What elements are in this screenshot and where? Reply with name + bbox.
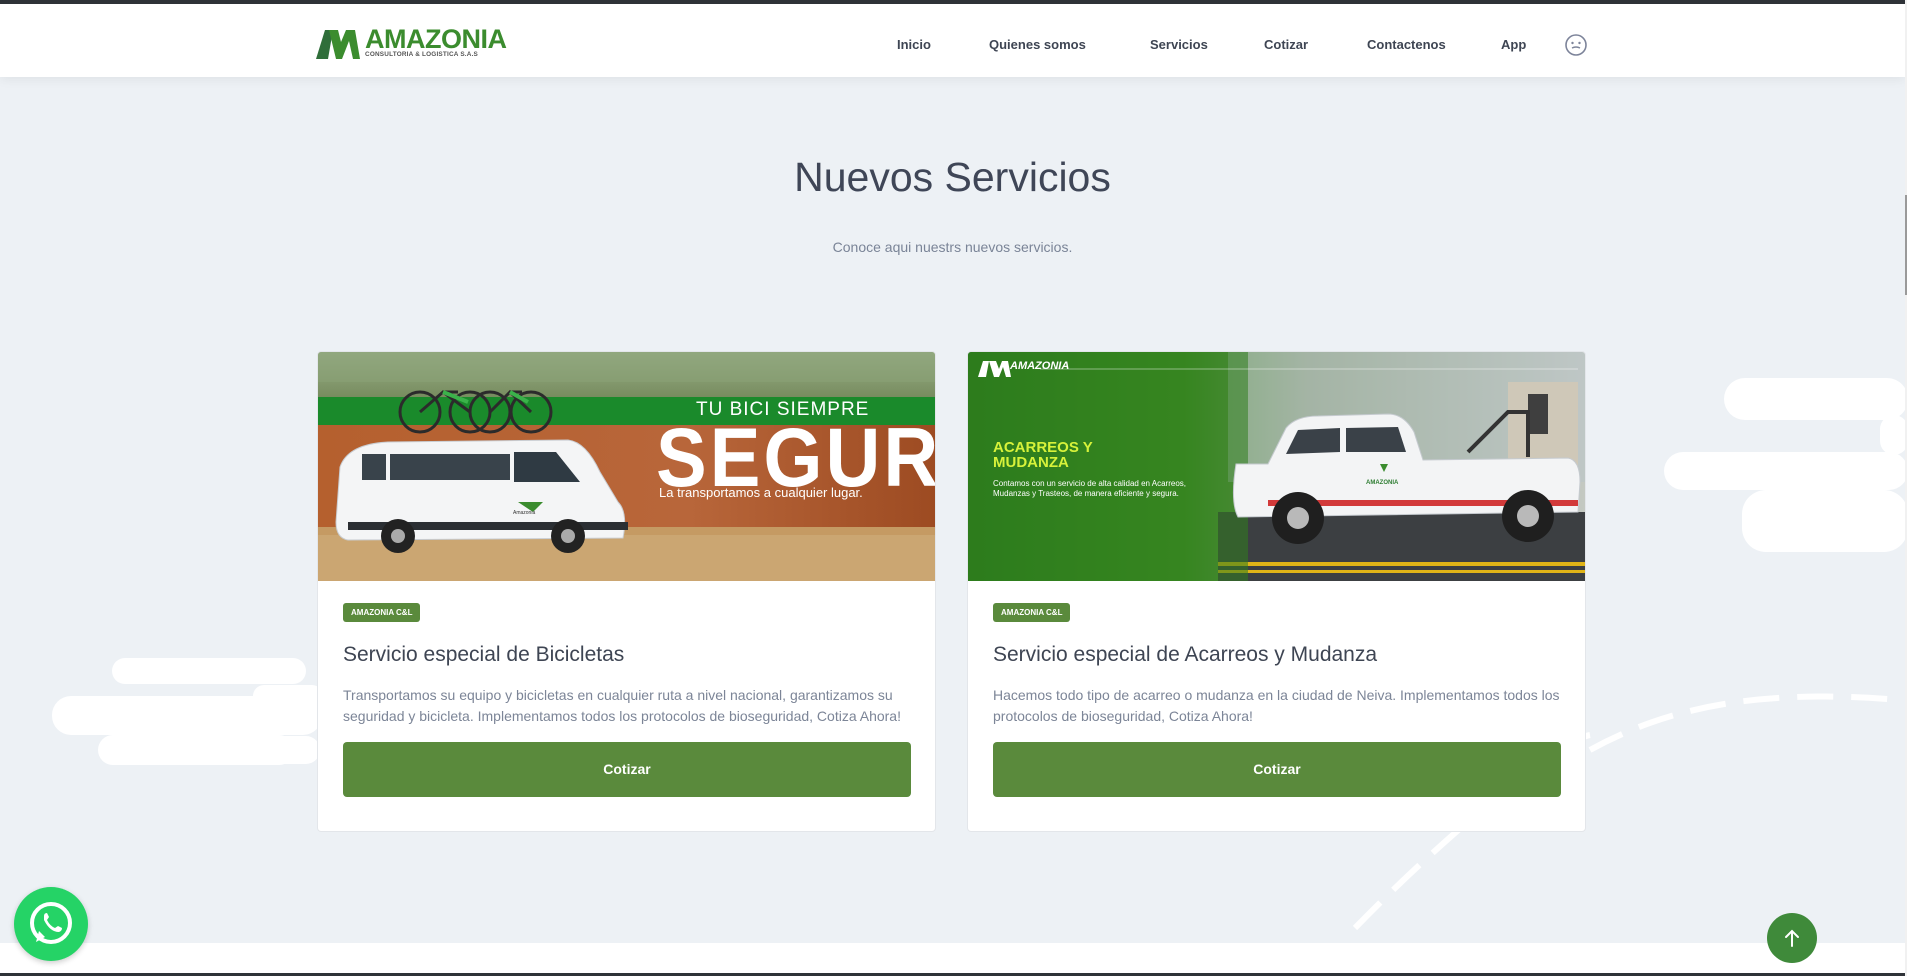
smile-face-icon[interactable] [1564,33,1588,57]
arrow-up-icon [1785,929,1799,947]
nav-contactenos[interactable]: Contactenos [1367,37,1446,52]
nav-cotizar[interactable]: Cotizar [1264,37,1308,52]
bicicletas-banner-image[interactable]: TU BICI SIEMPRE SEGURA La transportamos … [318,352,935,581]
brand-tagline: CONSULTORIA & LOGISTICA S.A.S [365,51,479,58]
van-brand-label: Amazonia [513,510,536,516]
nav-servicios[interactable]: Servicios [1150,37,1208,52]
nav-quienes-somos[interactable]: Quienes somos [989,37,1086,52]
card-title: Servicio especial de Bicicletas [343,643,625,666]
card-description: Hacemos todo tipo de acarreo o mudanza e… [993,687,1560,724]
service-card-acarreos: AMAZONIA ACARREOS Y MUDANZA Contamos con… [967,351,1586,832]
truck-brand-label: AMAZONIA [1366,480,1399,486]
scroll-to-top-button[interactable] [1767,913,1817,963]
background-decoration [52,378,1907,931]
cotizar-button[interactable]: Cotizar [343,742,911,797]
card-badge: AMAZONIA C&L [343,603,421,622]
brand-logo[interactable]: AMAZONIA CONSULTORIA & LOGISTICA S.A.S [316,24,507,62]
service-card-bicicletas: TU BICI SIEMPRE SEGURA La transportamos … [317,351,936,832]
card-description: Transportamos su equipo y bicicletas en … [343,687,901,724]
acarreos-banner-body: Contamos con un servicio de alta calidad… [993,479,1186,498]
acarreos-banner-logo: AMAZONIA [1010,360,1070,372]
whatsapp-button[interactable] [14,887,88,961]
next-section-edge [0,943,1905,976]
section-subtitle: Conoce aqui nuestrs nuevos servicios. [832,239,1073,255]
nav-inicio[interactable]: Inicio [897,37,931,52]
bicicletas-banner-caption: La transportamos a cualquier lugar. [659,485,863,500]
nav-app[interactable]: App [1501,37,1526,52]
card-title: Servicio especial de Acarreos y Mudanza [993,643,1378,666]
logo-mark-icon [316,30,360,59]
top-navbar: AMAZONIA CONSULTORIA & LOGISTICA S.A.S I… [0,4,1905,77]
acarreos-banner-headline: ACARREOS Y MUDANZA [993,439,1093,471]
whatsapp-icon [30,902,72,944]
section-title: Nuevos Servicios [794,154,1111,200]
acarreos-banner-image[interactable]: AMAZONIA ACARREOS Y MUDANZA Contamos con… [968,352,1585,581]
card-badge: AMAZONIA C&L [993,603,1071,622]
cotizar-button[interactable]: Cotizar [993,742,1561,797]
brand-name: AMAZONIA [365,24,507,54]
